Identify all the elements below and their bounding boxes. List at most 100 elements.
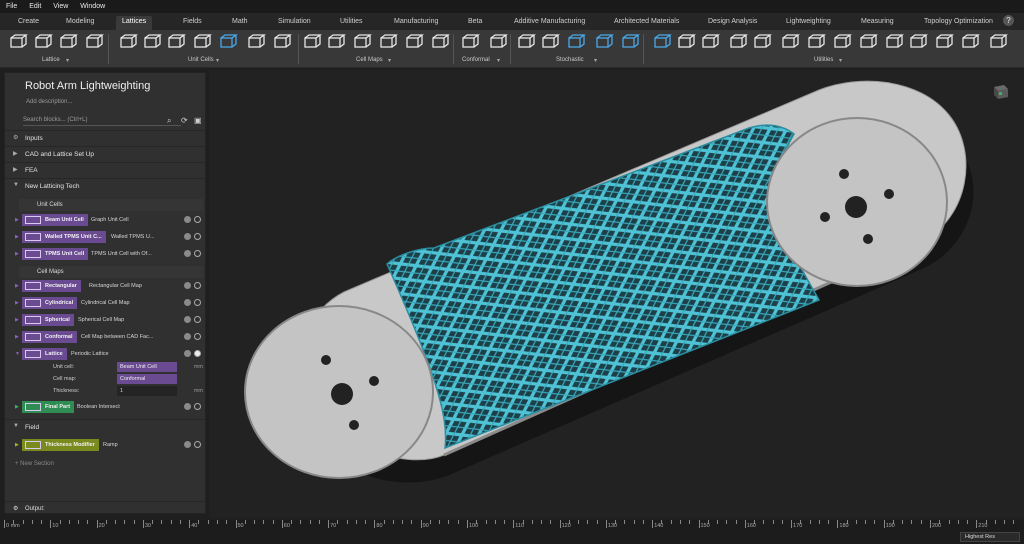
block-thickness-modifier[interactable]: ▶ Thickness Modifier Ramp (15, 439, 205, 451)
ribbon-tool-icon[interactable] (58, 33, 78, 53)
group-unit-cells-label[interactable]: Unit Cells (188, 57, 214, 63)
group-lattice-label[interactable]: Lattice (42, 57, 60, 63)
new-section-button[interactable]: + New Section (15, 461, 54, 467)
help-icon[interactable] (184, 282, 191, 289)
ribbon-tool-icon[interactable] (192, 33, 212, 53)
ribbon-tool-icon[interactable] (960, 33, 980, 53)
help-icon[interactable] (184, 299, 191, 306)
visibility-icon[interactable] (194, 350, 201, 357)
tab-manufacturing[interactable]: Manufacturing (388, 16, 444, 30)
ribbon-tool-icon[interactable] (488, 33, 508, 53)
tab-architected-materials[interactable]: Architected Materials (608, 16, 685, 30)
block-spherical[interactable]: ▶ Spherical Spherical Cell Map (15, 314, 205, 326)
visibility-icon[interactable] (194, 316, 201, 323)
ribbon-tool-icon[interactable] (84, 33, 104, 53)
section-inputs[interactable]: ⚙ Inputs (5, 130, 205, 144)
save-icon[interactable]: ▣ (194, 116, 202, 125)
ribbon-tool-icon[interactable] (404, 33, 424, 53)
chevron-down-icon[interactable]: ▾ (497, 57, 500, 64)
search-blocks-input[interactable]: Search blocks... (Ctrl+L) (23, 115, 181, 126)
chevron-down-icon[interactable]: ▾ (839, 57, 842, 64)
resolution-select[interactable]: Highest Res (960, 532, 1020, 542)
help-icon[interactable] (184, 441, 191, 448)
project-description[interactable]: Add description... (26, 99, 72, 105)
help-icon[interactable] (184, 350, 191, 357)
chevron-down-icon[interactable]: ▾ (594, 57, 597, 64)
cell-map-field[interactable]: Conformal (117, 374, 177, 384)
group-utilities-label[interactable]: Utilities (814, 57, 833, 63)
block-tpms-unit-cell[interactable]: ▶ TPMS Unit Cell TPMS Unit Cell with Of... (15, 248, 205, 260)
tab-measuring[interactable]: Measuring (855, 16, 900, 30)
view-cube-icon[interactable] (990, 82, 1010, 100)
ribbon-tool-icon[interactable] (218, 33, 238, 53)
tab-design-analysis[interactable]: Design Analysis (702, 16, 763, 30)
tab-simulation[interactable]: Simulation (272, 16, 317, 30)
ribbon-tool-icon[interactable] (272, 33, 292, 53)
ribbon-tool-icon[interactable] (780, 33, 800, 53)
tab-lightweighting[interactable]: Lightweighting (780, 16, 837, 30)
section-new-latticing-tech[interactable]: ▼ New Latticing Tech (5, 178, 205, 192)
output-row[interactable]: ⚙ Output: (5, 501, 205, 514)
block-final-part[interactable]: ▶ Final Part Boolean Intersect (15, 401, 205, 413)
section-field[interactable]: ▼ Field (5, 419, 205, 433)
visibility-icon[interactable] (194, 216, 201, 223)
ribbon-tool-icon[interactable] (378, 33, 398, 53)
ribbon-tool-icon[interactable] (326, 33, 346, 53)
tab-modeling[interactable]: Modeling (60, 16, 100, 30)
help-icon[interactable] (184, 216, 191, 223)
menu-file[interactable]: File (6, 0, 17, 10)
menu-window[interactable]: Window (80, 0, 105, 10)
ribbon-tool-icon[interactable] (652, 33, 672, 53)
tab-additive-manufacturing[interactable]: Additive Manufacturing (508, 16, 591, 30)
visibility-icon[interactable] (194, 282, 201, 289)
ribbon-tool-icon[interactable] (700, 33, 720, 53)
block-cylindrical[interactable]: ▶ Cylindrical Cylindrical Cell Map (15, 297, 205, 309)
ribbon-tool-icon[interactable] (8, 33, 28, 53)
group-conformal-label[interactable]: Conformal (462, 57, 490, 63)
visibility-icon[interactable] (194, 233, 201, 240)
ribbon-tool-icon[interactable] (118, 33, 138, 53)
ribbon-tool-icon[interactable] (988, 33, 1008, 53)
group-stochastic-label[interactable]: Stochastic (556, 57, 584, 63)
ribbon-tool-icon[interactable] (676, 33, 696, 53)
visibility-icon[interactable] (194, 441, 201, 448)
3d-viewport[interactable] (209, 70, 1024, 518)
menu-edit[interactable]: Edit (29, 0, 41, 10)
help-icon[interactable]: ? (1003, 15, 1014, 26)
ribbon-tool-icon[interactable] (594, 33, 614, 53)
help-icon[interactable] (184, 333, 191, 340)
menu-view[interactable]: View (53, 0, 68, 10)
tab-fields[interactable]: Fields (177, 16, 208, 30)
ribbon-tool-icon[interactable] (302, 33, 322, 53)
chevron-down-icon[interactable]: ▾ (216, 57, 219, 64)
ribbon-tool-icon[interactable] (884, 33, 904, 53)
group-cell-maps-label[interactable]: Cell Maps (356, 57, 383, 63)
ribbon-tool-icon[interactable] (908, 33, 928, 53)
tab-topology-optimization[interactable]: Topology Optimization (918, 16, 999, 30)
ribbon-tool-icon[interactable] (752, 33, 772, 53)
ribbon-tool-icon[interactable] (460, 33, 480, 53)
ribbon-tool-icon[interactable] (352, 33, 372, 53)
section-fea[interactable]: ▶ FEA (5, 162, 205, 176)
help-icon[interactable] (184, 316, 191, 323)
chevron-down-icon[interactable]: ▾ (66, 57, 69, 64)
ribbon-tool-icon[interactable] (142, 33, 162, 53)
block-beam-unit-cell[interactable]: ▶ Beam Unit Cell Graph Unit Cell (15, 214, 205, 226)
tab-math[interactable]: Math (226, 16, 254, 30)
ribbon-tool-icon[interactable] (806, 33, 826, 53)
ribbon-tool-icon[interactable] (566, 33, 586, 53)
ribbon-tool-icon[interactable] (246, 33, 266, 53)
tab-create[interactable]: Create (12, 16, 45, 30)
help-icon[interactable] (184, 403, 191, 410)
ribbon-tool-icon[interactable] (166, 33, 186, 53)
tab-utilities[interactable]: Utilities (334, 16, 369, 30)
visibility-icon[interactable] (194, 250, 201, 257)
refresh-icon[interactable]: ⟳ (181, 116, 188, 125)
ribbon-tool-icon[interactable] (516, 33, 536, 53)
ribbon-tool-icon[interactable] (620, 33, 640, 53)
ribbon-tool-icon[interactable] (33, 33, 53, 53)
help-icon[interactable] (184, 233, 191, 240)
block-conformal[interactable]: ▶ Conformal Cell Map between CAD Fac... (15, 331, 205, 343)
ribbon-tool-icon[interactable] (540, 33, 560, 53)
block-rectangular[interactable]: ▶ Rectangular Rectangular Cell Map (15, 280, 205, 292)
